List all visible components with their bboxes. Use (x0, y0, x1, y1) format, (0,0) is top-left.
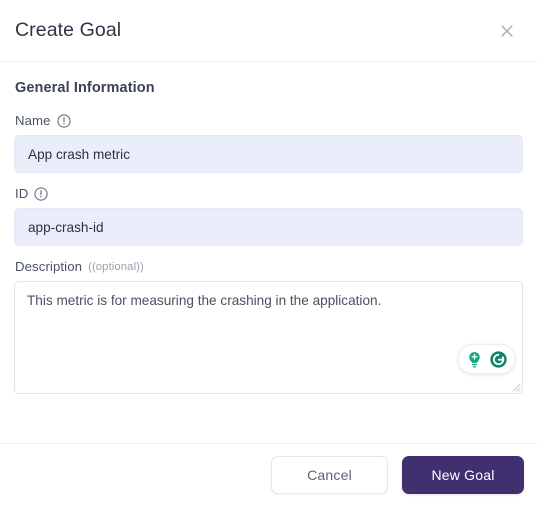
page-title: Create Goal (15, 19, 122, 41)
create-goal-dialog: Create Goal General Information Name App… (0, 0, 537, 506)
field-name-label: Name (15, 113, 51, 128)
dialog-body: General Information Name ID (0, 62, 537, 443)
section-heading: General Information (15, 80, 155, 96)
field-id-label: ID (15, 186, 29, 201)
field-description-label-row: Description ((optional)) (15, 258, 523, 275)
name-input[interactable] (14, 135, 523, 173)
field-description-label: Description (15, 259, 83, 274)
grammarly-g-icon[interactable] (488, 349, 509, 370)
field-id: ID (14, 185, 523, 246)
id-input[interactable] (14, 208, 523, 246)
optional-tag: ((optional)) (88, 260, 144, 273)
info-circle-icon[interactable] (56, 113, 71, 128)
cancel-button[interactable]: Cancel (271, 456, 388, 494)
writing-assistant-badge[interactable] (458, 344, 515, 374)
description-textarea-wrap (14, 281, 523, 394)
close-icon[interactable] (494, 18, 520, 44)
field-id-label-row: ID (15, 185, 523, 202)
dialog-header: Create Goal (0, 0, 537, 62)
field-name: Name (14, 112, 523, 173)
field-name-label-row: Name (15, 112, 523, 129)
lightbulb-icon[interactable] (464, 349, 485, 370)
description-textarea[interactable] (14, 281, 523, 394)
dialog-footer: Cancel New Goal (0, 443, 537, 506)
field-description: Description ((optional)) (14, 258, 523, 394)
new-goal-button[interactable]: New Goal (402, 456, 524, 494)
info-circle-icon[interactable] (34, 186, 48, 201)
